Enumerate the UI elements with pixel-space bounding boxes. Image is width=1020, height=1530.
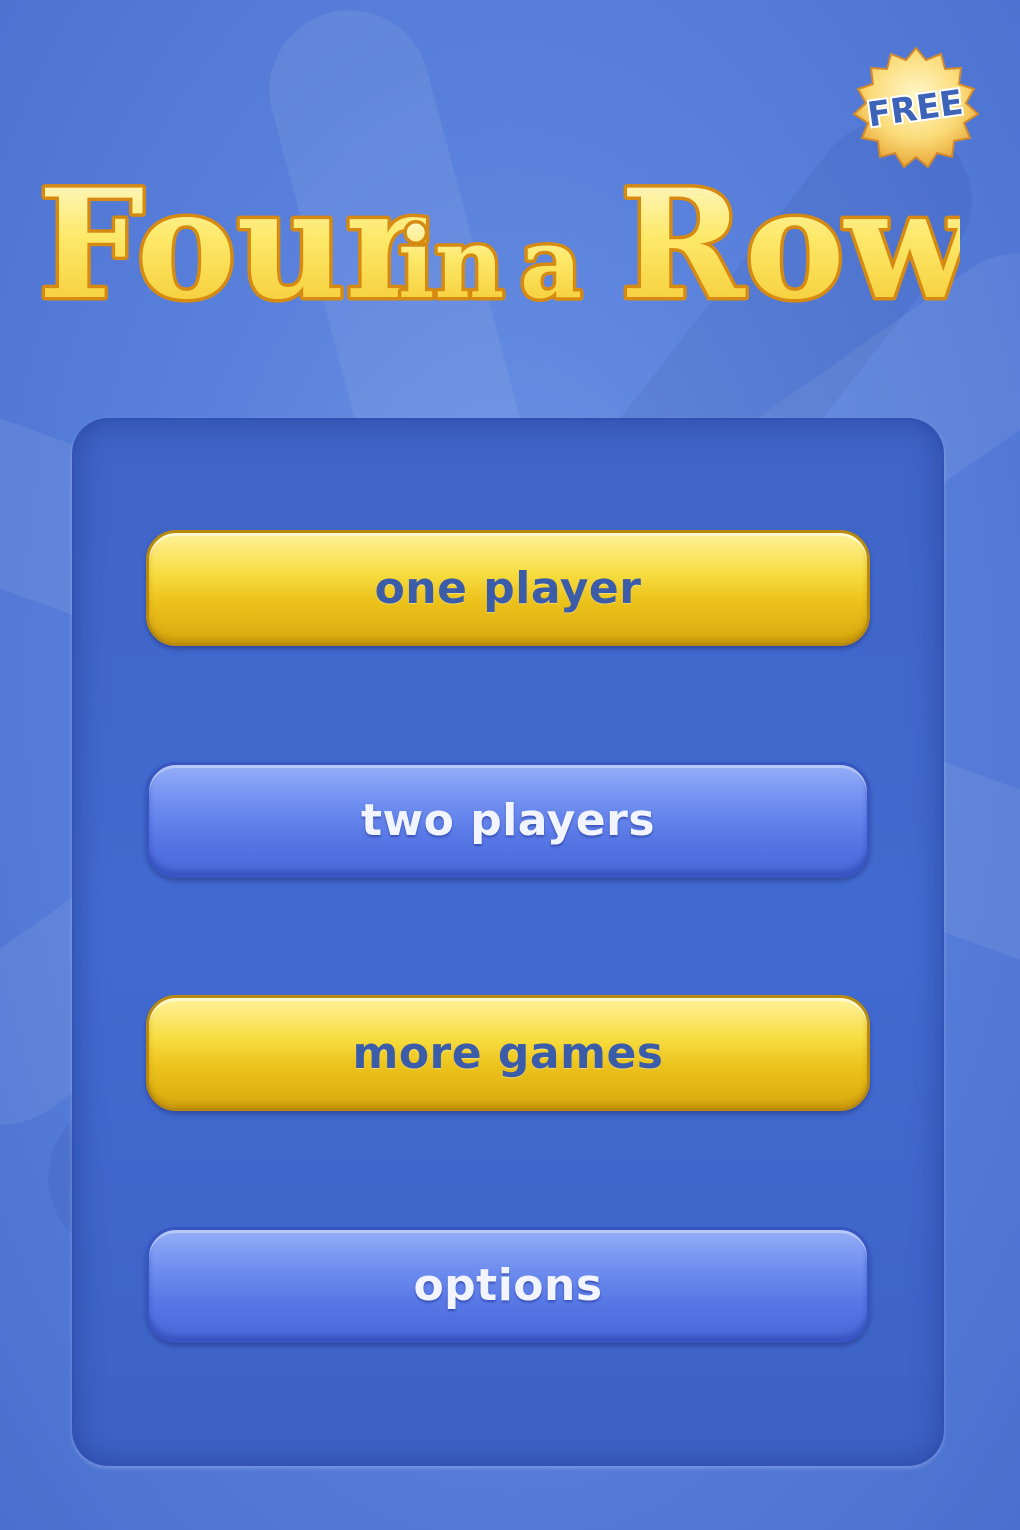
title-word-row: Row bbox=[620, 157, 960, 325]
game-title: Four in a Row bbox=[20, 125, 961, 326]
title-word-in: in bbox=[398, 207, 504, 320]
more-games-button-label: more games bbox=[352, 1027, 664, 1079]
free-badge: FREE bbox=[846, 44, 986, 172]
two-players-button[interactable]: two players bbox=[146, 762, 870, 878]
options-button-label: options bbox=[413, 1259, 603, 1311]
more-games-button[interactable]: more games bbox=[146, 995, 870, 1111]
options-button[interactable]: options bbox=[146, 1227, 870, 1343]
starburst-badge-icon: FREE bbox=[852, 46, 980, 169]
one-player-button-label: one player bbox=[374, 562, 642, 614]
game-title-logo: Four in a Row bbox=[35, 154, 961, 326]
main-menu-panel: one player two players more games option… bbox=[72, 418, 944, 1466]
title-word-a: a bbox=[520, 207, 582, 320]
title-word-four: Four bbox=[38, 157, 426, 325]
one-player-button[interactable]: one player bbox=[146, 530, 870, 646]
two-players-button-label: two players bbox=[360, 794, 656, 846]
